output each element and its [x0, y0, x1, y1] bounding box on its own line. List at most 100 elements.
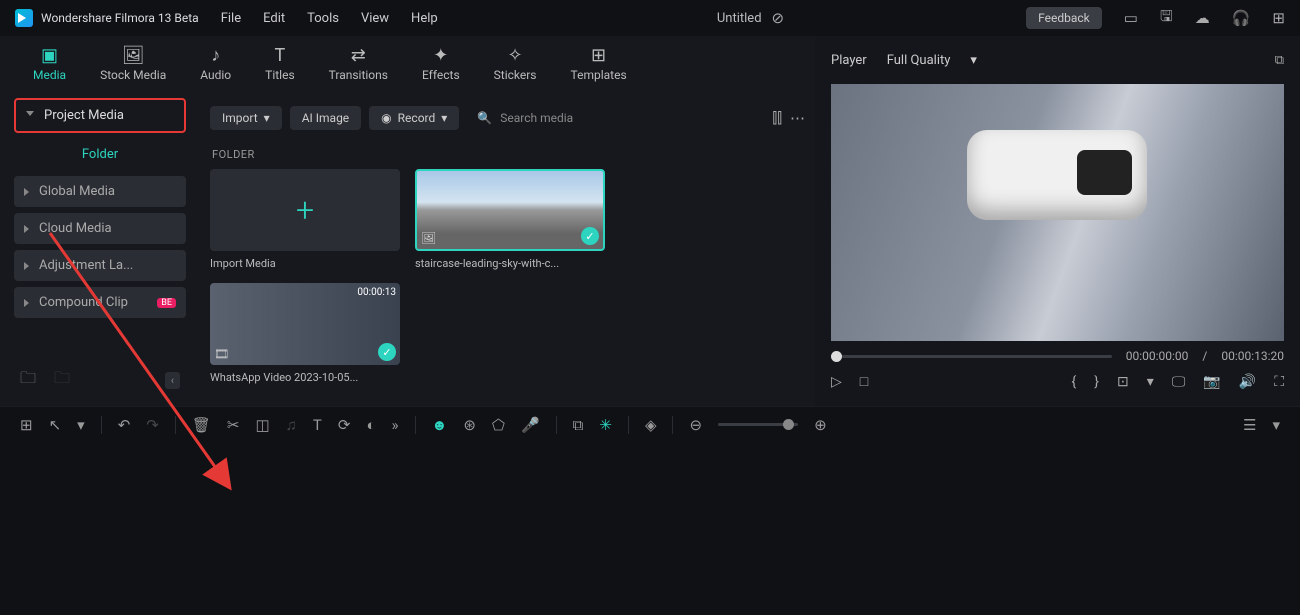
tab-media[interactable]: ▣Media [25, 43, 74, 86]
undo-icon[interactable]: ↶ [118, 416, 131, 434]
stickers-icon: ✧ [508, 47, 523, 65]
tab-stock-media[interactable]: 🖼Stock Media [92, 43, 174, 86]
duration-label: 00:00:13 [357, 287, 396, 298]
menu-help[interactable]: Help [411, 11, 438, 26]
record-button[interactable]: ◉Record▾ [369, 106, 459, 130]
collapse-sidebar-icon[interactable]: ‹ [165, 372, 180, 389]
chevron-down-icon[interactable]: ▾ [77, 416, 85, 434]
ai-image-button[interactable]: AI Image [290, 106, 361, 130]
display-icon[interactable]: 🖵 [1172, 374, 1186, 390]
import-media-tile[interactable]: + Import Media [210, 169, 400, 270]
music-icon[interactable]: ♫ [286, 416, 297, 434]
tab-transitions[interactable]: ⇄Transitions [321, 43, 396, 86]
menu-tools[interactable]: Tools [307, 11, 339, 26]
redo-icon[interactable]: ↷ [146, 416, 159, 434]
record-dot-icon: ◉ [381, 111, 391, 125]
save-icon[interactable]: 🖫 [1160, 6, 1173, 31]
cloud-icon[interactable]: ☁ [1195, 9, 1210, 27]
folder-icon[interactable]: 🗀 [54, 367, 70, 394]
player-label: Player [831, 53, 867, 68]
media-icon: ▣ [41, 47, 58, 65]
mark-out-icon[interactable]: } [1094, 374, 1099, 390]
time-sep: / [1202, 349, 1207, 363]
search-input[interactable]: 🔍Search media [467, 106, 764, 130]
new-folder-icon[interactable]: 🗀 [20, 367, 36, 394]
import-button[interactable]: Import▾ [210, 106, 282, 130]
tab-effects[interactable]: ✦Effects [414, 43, 468, 86]
stop-icon[interactable]: □ [860, 373, 868, 390]
chevron-down-icon[interactable]: ▾ [1272, 416, 1280, 434]
tab-templates[interactable]: ⊞Templates [563, 43, 635, 86]
tab-titles[interactable]: TTitles [257, 43, 302, 86]
color-icon[interactable]: ◐ [366, 416, 375, 434]
check-icon [378, 343, 396, 361]
mic-icon[interactable]: 🎤 [521, 416, 540, 434]
magnet-icon[interactable]: ✳ [599, 416, 612, 434]
chevron-down-icon: ▾ [264, 111, 270, 125]
tab-audio[interactable]: ♪Audio [192, 43, 239, 86]
sidebar-adjustment-layer[interactable]: Adjustment La... [14, 250, 186, 281]
mark-in-icon[interactable]: { [1072, 374, 1077, 390]
search-icon: 🔍 [477, 111, 492, 125]
zoom-out-icon[interactable]: ⊖ [689, 416, 702, 434]
apps-icon[interactable]: ⊞ [1272, 9, 1285, 27]
video-badge-icon: 🎞 [214, 347, 229, 361]
plus-icon: + [296, 191, 314, 229]
crop-icon[interactable]: ◫ [255, 416, 269, 434]
feedback-button[interactable]: Feedback [1026, 7, 1102, 29]
media-staircase[interactable]: 🖼 staircase-leading-sky-with-c... [415, 169, 605, 270]
ai-icon[interactable]: ☻ [432, 416, 448, 434]
compare-icon[interactable]: ⧉ [1275, 53, 1284, 68]
marker-icon[interactable]: ⧉ [573, 416, 584, 434]
time-current: 00:00:00:00 [1126, 349, 1189, 363]
more-icon[interactable]: » [392, 416, 399, 434]
snapshot-icon[interactable]: 📷 [1203, 374, 1220, 390]
menu-file[interactable]: File [221, 11, 241, 26]
delete-icon[interactable]: 🗑 [192, 416, 211, 434]
filter-icon[interactable]: ⫿⫿ [772, 109, 782, 127]
speed-icon[interactable]: ⟳ [338, 416, 351, 434]
track-view-icon[interactable]: ☰ [1243, 416, 1256, 434]
transitions-icon: ⇄ [351, 47, 366, 65]
zoom-slider[interactable] [718, 423, 798, 426]
play-icon[interactable]: ▷ [831, 374, 842, 390]
grid-icon[interactable]: ⊞ [20, 416, 33, 434]
image-badge-icon: 🖼 [421, 231, 436, 245]
crop-icon[interactable]: ⊡ [1117, 374, 1129, 390]
menu-view[interactable]: View [361, 11, 389, 26]
sidebar-folder[interactable]: Folder [14, 139, 186, 170]
chevron-down-icon: ▾ [970, 53, 977, 68]
headphones-icon[interactable]: 🎧 [1232, 9, 1251, 27]
mask-icon[interactable]: ⬠ [492, 416, 505, 434]
media-whatsapp-video[interactable]: 00:00:13🎞 WhatsApp Video 2023-10-05... [210, 283, 400, 384]
fullscreen-icon[interactable]: ⛶ [1274, 374, 1284, 390]
cursor-icon[interactable]: ↖ [49, 416, 62, 434]
keyframe-icon[interactable]: ◈ [645, 416, 657, 434]
time-total: 00:00:13:20 [1221, 349, 1284, 363]
menu-edit[interactable]: Edit [263, 11, 285, 26]
more-icon[interactable]: ⋯ [790, 109, 805, 127]
app-logo: Wondershare Filmora 13 Beta [15, 9, 199, 27]
enhance-icon[interactable]: ⊛ [463, 416, 476, 434]
progress-slider[interactable] [831, 355, 1112, 358]
layout-icon[interactable]: ▭ [1124, 9, 1138, 27]
zoom-in-icon[interactable]: ⊕ [814, 416, 827, 434]
sidebar-global-media[interactable]: Global Media [14, 176, 186, 207]
tab-stickers[interactable]: ✧Stickers [486, 43, 545, 86]
folder-section-label: FOLDER [212, 148, 805, 161]
text-icon[interactable]: T [313, 416, 322, 434]
sidebar-project-media[interactable]: Project Media [14, 98, 186, 133]
stock-icon: 🖼 [122, 47, 145, 65]
split-icon[interactable]: ✂ [227, 416, 240, 434]
titles-icon: T [275, 47, 286, 65]
sidebar-cloud-media[interactable]: Cloud Media [14, 213, 186, 244]
document-title: Untitled [717, 11, 762, 26]
chevron-down-icon[interactable]: ▾ [1147, 374, 1154, 390]
preview-viewport[interactable] [831, 84, 1284, 341]
quality-dropdown[interactable]: Full Quality▾ [887, 53, 977, 68]
sidebar-compound-clip[interactable]: Compound ClipBE [14, 287, 186, 318]
volume-icon[interactable]: 🔊 [1239, 374, 1256, 390]
beta-badge: BE [157, 298, 176, 308]
chevron-down-icon: ▾ [441, 111, 447, 125]
audio-icon: ♪ [211, 47, 220, 65]
